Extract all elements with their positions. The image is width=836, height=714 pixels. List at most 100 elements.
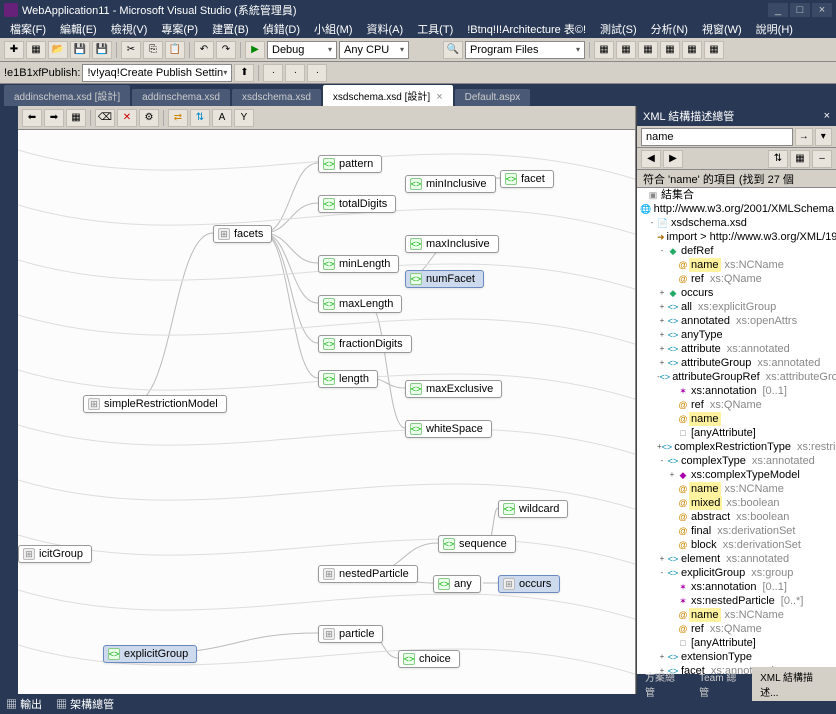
schema-node-fractionDigits[interactable]: <>fractionDigits (318, 335, 412, 353)
tree-twisty[interactable]: - (657, 566, 667, 580)
menu-item[interactable]: 專案(P) (155, 19, 204, 39)
prev-result-button[interactable]: ◀ (641, 150, 661, 168)
minimize-button[interactable]: _ (768, 3, 788, 17)
menu-item[interactable]: !Btnq!I!Architecture 表©! (461, 19, 592, 39)
pt-2[interactable]: · (285, 64, 305, 82)
tb-misc-2[interactable]: ▦ (616, 41, 636, 59)
tree-row[interactable]: @abstractxs:boolean (637, 510, 836, 524)
tree-twisty[interactable]: - (657, 454, 667, 468)
dt-fwd[interactable]: ➡ (44, 109, 64, 127)
schema-node-maxLength[interactable]: <>maxLength (318, 295, 402, 313)
tree-twisty[interactable]: + (657, 300, 667, 314)
opt3-button[interactable]: – (812, 150, 832, 168)
menu-item[interactable]: 偵錯(D) (257, 19, 306, 39)
menu-item[interactable]: 檔案(F) (4, 19, 52, 39)
tree-row[interactable]: ✶xs:annotation[0..1] (637, 580, 836, 594)
new-project-button[interactable]: ✚ (4, 41, 24, 59)
menu-item[interactable]: 小組(M) (308, 19, 359, 39)
dt-layout-tb[interactable]: ⇅ (190, 109, 210, 127)
tree-row[interactable]: ✶xs:annotation[0..1] (637, 384, 836, 398)
schema-node-sequence[interactable]: <>sequence (438, 535, 516, 553)
tree-twisty[interactable]: + (657, 342, 667, 356)
dt-clear[interactable]: ⌫ (95, 109, 115, 127)
menu-item[interactable]: 檢視(V) (105, 19, 154, 39)
left-tool-strip[interactable] (0, 106, 18, 694)
maximize-button[interactable]: □ (790, 3, 810, 17)
dt-font[interactable]: A (212, 109, 232, 127)
sort-button[interactable]: ⇅ (768, 150, 788, 168)
redo-button[interactable]: ↷ (216, 41, 236, 59)
tree-row[interactable]: □[anyAttribute] (637, 636, 836, 650)
document-tab[interactable]: addinschema.xsd [設計] (4, 85, 130, 106)
tree-row[interactable]: +<>attributexs:annotated (637, 342, 836, 356)
document-tab[interactable]: xsdschema.xsd [設計]× (323, 85, 453, 106)
platform-combo[interactable]: Any CPU (339, 41, 409, 59)
tb-misc-5[interactable]: ▦ (682, 41, 702, 59)
document-tab[interactable]: xsdschema.xsd (232, 89, 321, 106)
schema-node-facet[interactable]: <>facet (500, 170, 554, 188)
tree-row[interactable]: +◆xs:complexTypeModel (637, 468, 836, 482)
menu-item[interactable]: 資料(A) (361, 19, 410, 39)
menu-item[interactable]: 工具(T) (411, 19, 459, 39)
tree-row[interactable]: -📄xsdschema.xsd (637, 216, 836, 230)
dt-opt[interactable]: Y (234, 109, 254, 127)
menu-item[interactable]: 建置(B) (206, 19, 255, 39)
next-result-button[interactable]: ▶ (663, 150, 683, 168)
dt-back[interactable]: ⬅ (22, 109, 42, 127)
tree-row[interactable]: ✶xs:nestedParticle[0..*] (637, 594, 836, 608)
pt-3[interactable]: · (307, 64, 327, 82)
dt-layout-lr[interactable]: ⇄ (168, 109, 188, 127)
panel-tab[interactable]: XML 結構描述... (752, 667, 836, 701)
tree-row[interactable]: -<>complexTypexs:annotated (637, 454, 836, 468)
dt-delete[interactable]: ✕ (117, 109, 137, 127)
tree-twisty[interactable]: + (657, 552, 667, 566)
tree-twisty[interactable]: + (657, 650, 667, 664)
schema-node-minInclusive[interactable]: <>minInclusive (405, 175, 496, 193)
tree-row[interactable]: @blockxs:derivationSet (637, 538, 836, 552)
search-input[interactable] (641, 128, 793, 146)
schema-node-facets[interactable]: ⊞facets (213, 225, 272, 243)
schema-node-whiteSpace[interactable]: <>whiteSpace (405, 420, 492, 438)
start-debug-button[interactable]: ▶ (245, 41, 265, 59)
add-item-button[interactable]: ▦ (26, 41, 46, 59)
tree-row[interactable]: @namexs:NCName (637, 482, 836, 496)
schema-node-length[interactable]: <>length (318, 370, 378, 388)
schema-node-choice[interactable]: <>choice (398, 650, 460, 668)
schema-node-explicitGroup[interactable]: <>explicitGroup (103, 645, 197, 663)
schema-node-totalDigits[interactable]: <>totalDigits (318, 195, 396, 213)
tree-twisty[interactable]: + (657, 286, 667, 300)
tree-row[interactable]: @refxs:QName (637, 398, 836, 412)
open-button[interactable]: 📂 (48, 41, 68, 59)
schema-node-numFacet[interactable]: <>numFacet (405, 270, 484, 288)
tree-row[interactable]: -◆defRef (637, 244, 836, 258)
menu-item[interactable]: 說明(H) (750, 19, 799, 39)
schema-node-maxExclusive[interactable]: <>maxExclusive (405, 380, 502, 398)
save-all-button[interactable]: 💾 (92, 41, 112, 59)
tab-close-icon[interactable]: × (436, 91, 442, 103)
menu-item[interactable]: 分析(N) (645, 19, 694, 39)
schema-node-minLength[interactable]: <>minLength (318, 255, 399, 273)
tree-row[interactable]: -<>attributeGroupRefxs:attributeGroup (637, 370, 836, 384)
tree-row[interactable]: +<>annotatedxs:openAttrs (637, 314, 836, 328)
find-button[interactable]: 🔍 (443, 41, 463, 59)
tree-row[interactable]: □[anyAttribute] (637, 426, 836, 440)
schema-node-icitGroup[interactable]: ⊞icitGroup (18, 545, 92, 563)
document-tab[interactable]: addinschema.xsd (132, 89, 230, 106)
tree-row[interactable]: @finalxs:derivationSet (637, 524, 836, 538)
tree-row[interactable]: @refxs:QName (637, 622, 836, 636)
search-opt-button[interactable]: ▾ (815, 128, 833, 146)
tree-row[interactable]: 🌐http://www.w3.org/2001/XMLSchema (637, 202, 836, 216)
tree-row[interactable]: ➜import > http://www.w3.org/XML/1998/nam… (637, 230, 836, 244)
designer-canvas[interactable]: ⊞facets<>pattern<>minInclusive<>facet<>t… (18, 130, 635, 694)
schema-tree[interactable]: ▣結集合🌐http://www.w3.org/2001/XMLSchema-📄x… (637, 188, 836, 674)
tree-row[interactable]: +<>elementxs:annotated (637, 552, 836, 566)
tree-twisty[interactable]: + (657, 356, 667, 370)
schema-node-particle[interactable]: ⊞particle (318, 625, 383, 643)
schema-node-any[interactable]: <>any (433, 575, 481, 593)
schema-node-simpleRestrictionModel[interactable]: ⊞simpleRestrictionModel (83, 395, 227, 413)
tree-row[interactable]: +<>attributeGroupxs:annotated (637, 356, 836, 370)
panel-tab[interactable]: 方案總管 (637, 667, 691, 701)
tb-misc-4[interactable]: ▦ (660, 41, 680, 59)
tree-row[interactable]: @mixedxs:boolean (637, 496, 836, 510)
opt2-button[interactable]: ▦ (790, 150, 810, 168)
